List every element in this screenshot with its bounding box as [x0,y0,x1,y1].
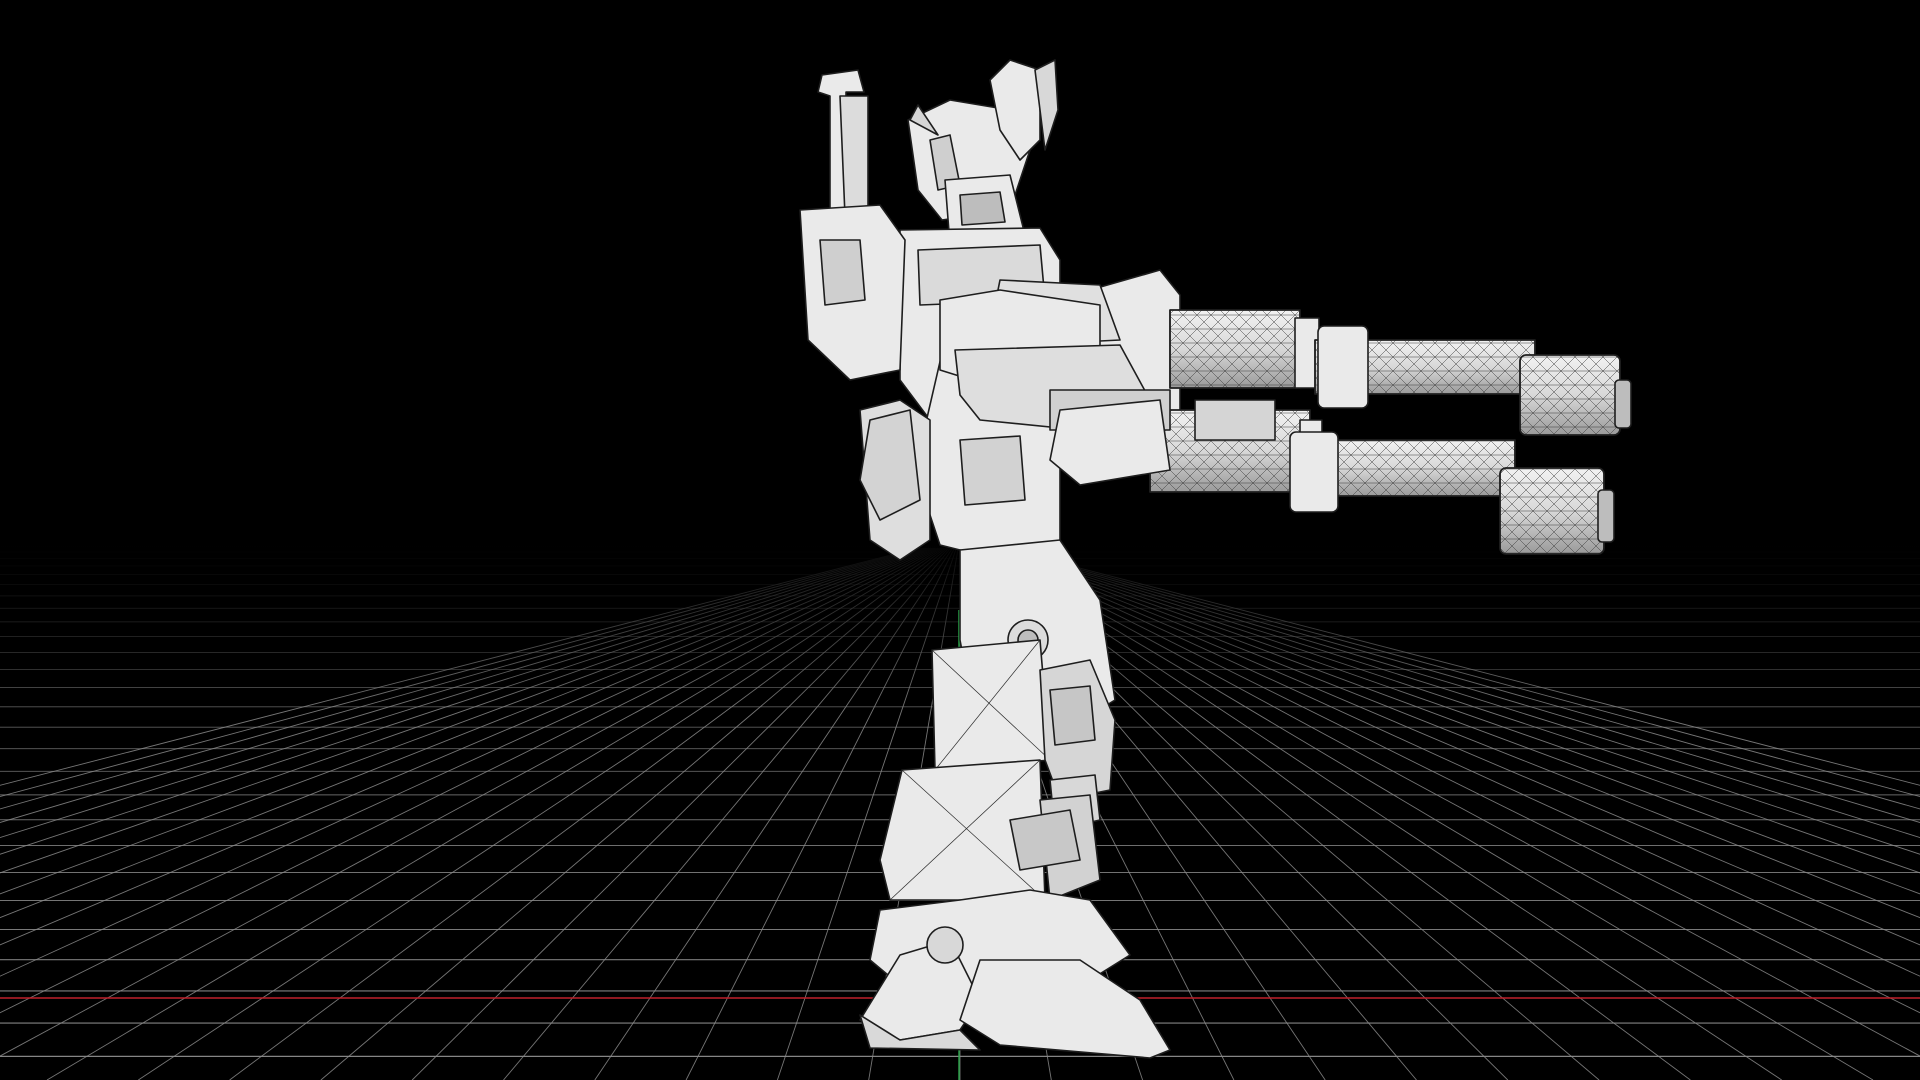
robot-foot [859,889,1171,1059]
viewport-canvas[interactable] [0,0,1920,1080]
robot-head [907,59,1059,246]
3d-viewport[interactable] [0,0,1920,1080]
